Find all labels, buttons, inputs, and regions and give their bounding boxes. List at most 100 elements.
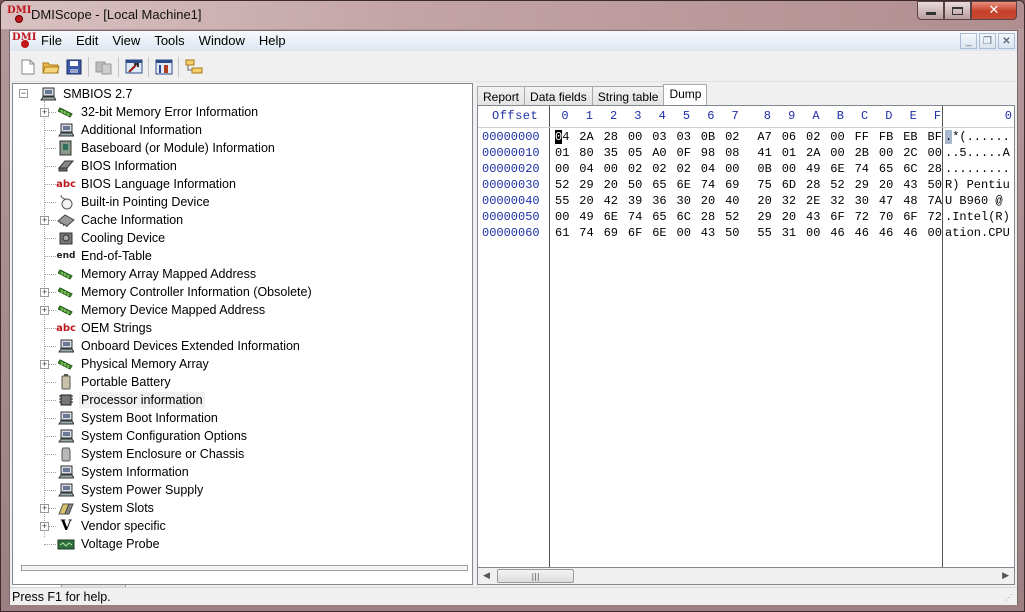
hex-byte[interactable]: 01 (555, 146, 575, 160)
hex-byte[interactable]: 52 (830, 178, 850, 192)
hex-byte[interactable]: 46 (855, 226, 875, 240)
hex-byte[interactable]: 30 (855, 194, 875, 208)
resize-grip-icon[interactable]: ⋰ (1005, 593, 1015, 603)
hex-byte[interactable]: 2A (579, 130, 599, 144)
hex-byte[interactable]: 28 (701, 210, 721, 224)
hex-byte[interactable]: 0B (757, 162, 777, 176)
tree-item[interactable]: System Configuration Options (57, 427, 249, 445)
hex-byte[interactable]: 6F (830, 210, 850, 224)
hex-byte[interactable]: 04 (701, 162, 721, 176)
tools-button[interactable] (122, 56, 145, 78)
hex-byte[interactable]: 2A (806, 146, 826, 160)
hex-byte[interactable]: 65 (652, 178, 672, 192)
hex-byte[interactable]: 08 (725, 146, 745, 160)
hex-byte[interactable]: 04 (555, 130, 575, 144)
hex-byte[interactable]: 50 (628, 178, 648, 192)
hex-byte[interactable]: 00 (830, 146, 850, 160)
hex-byte[interactable]: 69 (604, 226, 624, 240)
tree-item[interactable]: Memory Array Mapped Address (57, 265, 258, 283)
hex-byte[interactable]: 6E (677, 178, 697, 192)
tree-view-button[interactable] (182, 56, 205, 78)
tree-item[interactable]: 32-bit Memory Error Information (57, 103, 260, 121)
hex-byte[interactable]: 31 (782, 226, 802, 240)
tab-report[interactable]: Report (477, 86, 526, 105)
title-bar[interactable]: DMI DMIScope - [Local Machine1] ✕ (1, 1, 1024, 29)
hex-byte[interactable]: 00 (628, 130, 648, 144)
tab-string-table[interactable]: String table (591, 86, 665, 105)
hex-byte[interactable]: 29 (579, 178, 599, 192)
menu-edit[interactable]: Edit (69, 31, 105, 51)
menu-view[interactable]: View (105, 31, 147, 51)
scrollbar-thumb[interactable]: ||| (497, 569, 574, 583)
mdi-close-button[interactable]: ✕ (998, 33, 1015, 49)
hex-byte[interactable]: 02 (677, 162, 697, 176)
expand-icon[interactable]: + (40, 108, 49, 117)
hex-byte[interactable]: 6C (677, 210, 697, 224)
hex-byte[interactable]: 29 (757, 210, 777, 224)
hex-byte[interactable]: 05 (628, 146, 648, 160)
hex-byte[interactable]: 80 (579, 146, 599, 160)
ascii-text[interactable]: ......... (945, 162, 1010, 176)
hex-byte[interactable]: 47 (879, 194, 899, 208)
tab-data-fields[interactable]: Data fields (524, 86, 593, 105)
expand-icon[interactable]: + (40, 288, 49, 297)
hex-byte[interactable]: 55 (757, 226, 777, 240)
hex-byte[interactable]: 6C (903, 162, 923, 176)
hex-byte[interactable]: 02 (806, 130, 826, 144)
tree-item[interactable]: Memory Device Mapped Address (57, 301, 267, 319)
tree-item[interactable]: System Boot Information (57, 409, 220, 427)
tree-root[interactable]: − SMBIOS 2.7 (19, 85, 134, 103)
hex-byte[interactable]: 03 (677, 130, 697, 144)
hex-byte[interactable]: 61 (555, 226, 575, 240)
hex-byte[interactable]: 43 (903, 178, 923, 192)
mdi-minimize-button[interactable]: _ (960, 33, 977, 49)
hex-byte[interactable]: 52 (555, 178, 575, 192)
hex-byte[interactable]: 35 (604, 146, 624, 160)
hex-byte[interactable]: 43 (806, 210, 826, 224)
hex-byte[interactable]: 01 (782, 146, 802, 160)
maximize-button[interactable] (944, 1, 971, 20)
expand-icon[interactable]: + (40, 504, 49, 513)
hex-byte[interactable]: 06 (782, 130, 802, 144)
hex-byte[interactable]: A7 (757, 130, 777, 144)
ascii-text[interactable]: .Intel(R) (945, 210, 1010, 224)
save-button[interactable] (62, 56, 85, 78)
hex-byte[interactable]: 52 (725, 210, 745, 224)
hex-byte[interactable]: 0F (677, 146, 697, 160)
hex-byte[interactable]: FB (879, 130, 899, 144)
hex-byte[interactable]: 70 (879, 210, 899, 224)
hex-byte[interactable]: 74 (701, 178, 721, 192)
hex-byte[interactable]: 75 (757, 178, 777, 192)
close-button[interactable]: ✕ (971, 1, 1017, 20)
hex-byte[interactable]: 43 (701, 226, 721, 240)
hex-byte[interactable]: 41 (757, 146, 777, 160)
hex-byte[interactable]: 39 (628, 194, 648, 208)
tree-item[interactable]: V Vendor specific (57, 517, 168, 535)
hex-byte[interactable]: 30 (677, 194, 697, 208)
hex-byte[interactable]: 20 (579, 194, 599, 208)
tree-item[interactable]: System Enclosure or Chassis (57, 445, 246, 463)
hex-byte[interactable]: 04 (579, 162, 599, 176)
tree-item[interactable]: Built-in Pointing Device (57, 193, 212, 211)
hex-byte[interactable]: 28 (604, 130, 624, 144)
hex-byte[interactable]: 6E (604, 210, 624, 224)
document-icon[interactable]: DMI (12, 32, 36, 50)
tree-item[interactable]: System Information (57, 463, 191, 481)
tree-item[interactable]: abc BIOS Language Information (56, 175, 238, 193)
hex-byte[interactable]: 2C (903, 146, 923, 160)
minimize-button[interactable] (917, 1, 944, 20)
hex-byte[interactable]: 74 (628, 210, 648, 224)
tree-item[interactable]: BIOS Information (57, 157, 179, 175)
mdi-restore-button[interactable]: ❐ (979, 33, 996, 49)
hex-byte[interactable]: 49 (579, 210, 599, 224)
hex-byte[interactable]: 20 (782, 210, 802, 224)
hex-byte[interactable]: 6F (903, 210, 923, 224)
hex-byte[interactable]: 32 (782, 194, 802, 208)
collapse-icon[interactable]: − (19, 89, 28, 98)
ascii-text[interactable]: .*(...... (945, 130, 1010, 144)
hex-byte[interactable]: 6F (628, 226, 648, 240)
tree-horizontal-scrollbar[interactable] (21, 565, 468, 571)
hex-byte[interactable]: 6D (782, 178, 802, 192)
ascii-text[interactable]: U B960 @ (945, 194, 1010, 208)
hex-byte[interactable]: 00 (879, 146, 899, 160)
